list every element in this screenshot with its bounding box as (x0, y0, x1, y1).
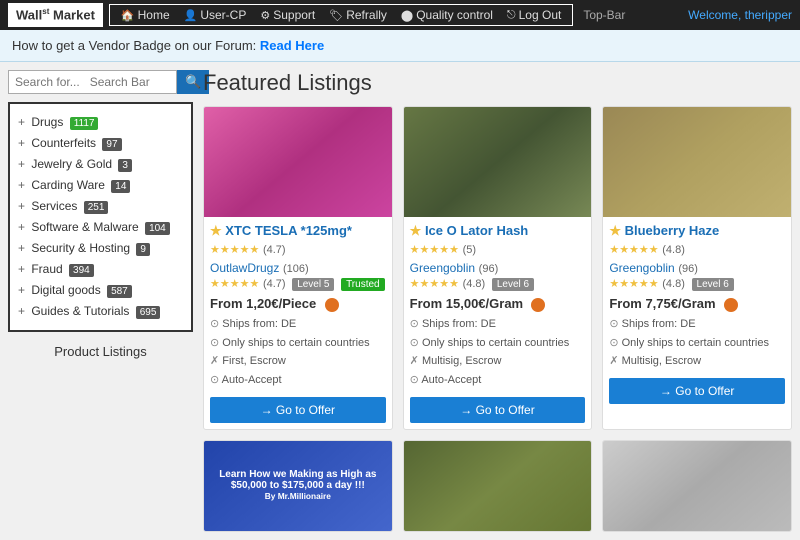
search-input[interactable] (8, 70, 177, 94)
star-icon-3: ★ (609, 223, 621, 238)
listing-label-4: Learn How we Making as High as $50,000 t… (212, 469, 384, 502)
nav-support[interactable]: ⚙ Support (253, 8, 322, 22)
welcome-message: Welcome, theripper (688, 8, 792, 22)
listing-card-1: ★ XTC TESLA *125mg* ★★★★★ (4.7) OutlawDr… (203, 106, 393, 430)
top-bar: Wallst Market 🏠 Home 👤 User-CP ⚙ Support… (0, 0, 800, 30)
quality-icon: ⬤ (401, 9, 413, 22)
listing-seller-stars-2: ★★★★★ (4.8) Level 6 (410, 275, 586, 291)
listing-body-1: ★ XTC TESLA *125mg* ★★★★★ (4.7) OutlawDr… (204, 217, 392, 429)
main-layout: 🔍 + Drugs 1117 + Counterfeits 97 + Jewel… (0, 62, 800, 540)
search-bar-container: 🔍 (8, 70, 193, 94)
go-to-offer-btn-2[interactable]: → Go to Offer (410, 397, 586, 423)
escrow-badge-3 (724, 298, 738, 312)
topbar-label: Top-Bar (583, 8, 688, 22)
listing-price-1: From 1,20€/Piece (210, 296, 386, 312)
cat-drugs[interactable]: + Drugs 1117 (18, 112, 183, 133)
nav-menu: 🏠 Home 👤 User-CP ⚙ Support 🏷 Refrally ⬤ … (109, 4, 573, 26)
star-icon-1: ★ (210, 223, 222, 238)
listing-rating-3: ★★★★★ (4.8) (609, 241, 785, 256)
nav-logout[interactable]: ⎋ Log Out (500, 8, 568, 22)
read-here-link[interactable]: Read Here (260, 38, 324, 53)
escrow-badge-1 (325, 298, 339, 312)
listing-body-2: ★ Ice O Lator Hash ★★★★★ (5) Greengoblin… (404, 217, 592, 429)
escrow-badge-2 (531, 298, 545, 312)
cat-guides[interactable]: + Guides & Tutorials 695 (18, 301, 183, 322)
listing-title-1: ★ XTC TESLA *125mg* (210, 223, 386, 239)
nav-quality-control[interactable]: ⬤ Quality control (394, 8, 500, 22)
listing-seller-stars-1: ★★★★★ (4.7) Level 5 Trusted (210, 275, 386, 291)
listing-title-3: ★ Blueberry Haze (609, 223, 785, 239)
listing-image-5 (404, 441, 592, 531)
listing-rating-2: ★★★★★ (5) (410, 241, 586, 256)
listing-seller-row-1: OutlawDrugz (106) (210, 260, 386, 275)
listing-card-5 (403, 440, 593, 532)
listing-image-1 (204, 107, 392, 217)
cat-digital[interactable]: + Digital goods 587 (18, 280, 183, 301)
listing-price-3: From 7,75€/Gram (609, 296, 785, 312)
listing-card-6 (602, 440, 792, 532)
category-list: + Drugs 1117 + Counterfeits 97 + Jewelry… (8, 102, 193, 332)
user-icon: 👤 (184, 9, 198, 22)
home-icon: 🏠 (121, 9, 135, 22)
listing-info-1: ⊙ Ships from: DE ⊙ Only ships to certain… (210, 315, 386, 390)
listing-body-3: ★ Blueberry Haze ★★★★★ (4.8) Greengoblin… (603, 217, 791, 410)
logout-icon: ⎋ (507, 9, 516, 22)
go-to-offer-btn-1[interactable]: → Go to Offer (210, 397, 386, 423)
product-listings-title: Product Listings (8, 340, 193, 363)
listing-title-2: ★ Ice O Lator Hash (410, 223, 586, 239)
logo: Wallst Market (8, 3, 103, 26)
support-icon: ⚙ (260, 9, 270, 22)
listings-grid: ★ XTC TESLA *125mg* ★★★★★ (4.7) OutlawDr… (203, 106, 792, 532)
go-to-offer-btn-3[interactable]: → Go to Offer (609, 378, 785, 404)
listing-seller-row-2: Greengoblin (96) (410, 260, 586, 275)
cat-software[interactable]: + Software & Malware 104 (18, 217, 183, 238)
listing-image-4: Learn How we Making as High as $50,000 t… (204, 441, 392, 531)
nav-refrally[interactable]: 🏷 Refrally (322, 8, 394, 22)
featured-title: Featured Listings (203, 70, 792, 96)
listing-image-6 (603, 441, 791, 531)
cat-services[interactable]: + Services 251 (18, 196, 183, 217)
sidebar: 🔍 + Drugs 1117 + Counterfeits 97 + Jewel… (8, 70, 193, 532)
cat-security[interactable]: + Security & Hosting 9 (18, 238, 183, 259)
refrally-icon: 🏷 (329, 9, 343, 22)
listing-info-2: ⊙ Ships from: DE ⊙ Only ships to certain… (410, 315, 586, 390)
listing-price-2: From 15,00€/Gram (410, 296, 586, 312)
listing-seller-row-3: Greengoblin (96) (609, 260, 785, 275)
listing-card-3: ★ Blueberry Haze ★★★★★ (4.8) Greengoblin… (602, 106, 792, 430)
content: Featured Listings ★ XTC TESLA *125mg* ★★… (203, 70, 792, 532)
listing-rating-1: ★★★★★ (4.7) (210, 241, 386, 256)
cat-jewelry[interactable]: + Jewelry & Gold 3 (18, 154, 183, 175)
nav-home[interactable]: 🏠 Home (114, 8, 177, 22)
listing-card-4: Learn How we Making as High as $50,000 t… (203, 440, 393, 532)
cat-counterfeits[interactable]: + Counterfeits 97 (18, 133, 183, 154)
listing-seller-stars-3: ★★★★★ (4.8) Level 6 (609, 275, 785, 291)
info-banner: How to get a Vendor Badge on our Forum: … (0, 30, 800, 62)
listing-image-3 (603, 107, 791, 217)
listing-card-2: ★ Ice O Lator Hash ★★★★★ (5) Greengoblin… (403, 106, 593, 430)
listing-info-3: ⊙ Ships from: DE ⊙ Only ships to certain… (609, 315, 785, 371)
cat-carding[interactable]: + Carding Ware 14 (18, 175, 183, 196)
star-icon-2: ★ (410, 223, 422, 238)
listing-image-2 (404, 107, 592, 217)
cat-fraud[interactable]: + Fraud 394 (18, 259, 183, 280)
nav-usercp[interactable]: 👤 User-CP (177, 8, 254, 22)
